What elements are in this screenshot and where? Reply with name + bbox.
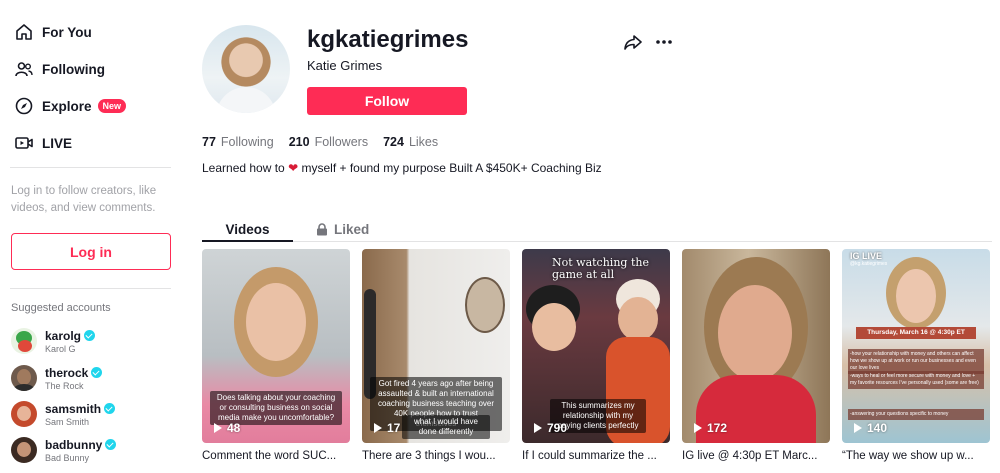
suggested-account[interactable]: karolg Karol G bbox=[11, 327, 96, 355]
login-hint: Log in to follow creators, like videos, … bbox=[11, 185, 157, 214]
avatar bbox=[11, 437, 37, 463]
nav-label: For You bbox=[42, 24, 92, 40]
play-icon bbox=[374, 423, 382, 433]
account-handle: therock bbox=[45, 365, 89, 380]
video-bullets: -ways to heal or feel more secure with m… bbox=[848, 371, 984, 389]
verified-icon bbox=[104, 403, 116, 414]
nav-live[interactable]: LIVE bbox=[14, 131, 72, 155]
video-card[interactable]: IG LIVE @kg.katiegrimes Thursday, March … bbox=[842, 249, 990, 462]
nav-label: Explore bbox=[42, 98, 92, 114]
sidebar: For You Following Explore New LIVE Log i… bbox=[0, 0, 182, 473]
lock-icon bbox=[317, 222, 327, 235]
profile-avatar bbox=[202, 25, 290, 113]
view-count: 790 bbox=[534, 421, 567, 435]
avatar bbox=[11, 365, 37, 391]
video-overlay-text: Thursday, March 16 @ 4:30p ET bbox=[856, 327, 976, 339]
live-icon bbox=[14, 133, 34, 153]
profile-tabs: Videos Liked bbox=[202, 216, 992, 242]
tab-videos[interactable]: Videos bbox=[202, 216, 293, 242]
video-card[interactable]: Got fired 4 years ago after being assaul… bbox=[362, 249, 510, 462]
play-icon bbox=[214, 423, 222, 433]
home-icon bbox=[14, 22, 34, 42]
view-count: 140 bbox=[854, 421, 887, 435]
share-icon[interactable] bbox=[623, 32, 643, 52]
profile-name: Katie Grimes bbox=[307, 58, 383, 73]
video-card[interactable]: Does talking about your coaching or cons… bbox=[202, 249, 350, 462]
video-card[interactable]: 172 IG live @ 4:30p ET Marc... bbox=[682, 249, 830, 462]
profile-stats: 77 Following 210 Followers 724 Likes bbox=[202, 135, 453, 149]
video-bullets: -answering your questions specific to mo… bbox=[848, 409, 984, 420]
compass-icon bbox=[14, 96, 34, 116]
video-overlay-text: what I would have done differently bbox=[402, 415, 490, 439]
stat-followers[interactable]: 210 Followers bbox=[289, 135, 368, 149]
divider bbox=[202, 241, 992, 242]
view-count: 48 bbox=[214, 421, 240, 435]
video-top-text: IG LIVE bbox=[850, 251, 883, 261]
video-top-text: Not watching the game at all bbox=[552, 256, 649, 281]
avatar bbox=[11, 328, 37, 354]
play-icon bbox=[694, 423, 702, 433]
nav-label: LIVE bbox=[42, 135, 73, 151]
stat-likes: 724 Likes bbox=[383, 135, 439, 149]
account-handle: samsmith bbox=[45, 401, 102, 416]
video-caption: There are 3 things I wou... bbox=[362, 450, 496, 462]
video-caption: IG live @ 4:30p ET Marc... bbox=[682, 450, 818, 462]
play-icon bbox=[854, 423, 862, 433]
divider bbox=[10, 167, 171, 168]
account-name: Sam Smith bbox=[45, 416, 90, 427]
video-caption: “The way we show up w... bbox=[842, 450, 974, 462]
profile-username: kgkatiegrimes bbox=[307, 26, 469, 53]
new-badge: New bbox=[97, 99, 127, 113]
divider bbox=[10, 288, 171, 289]
follow-button[interactable]: Follow bbox=[307, 87, 467, 115]
video-overlay-text: Does talking about your coaching or cons… bbox=[210, 391, 342, 425]
video-caption: If I could summarize the ... bbox=[522, 450, 657, 462]
verified-icon bbox=[91, 367, 103, 378]
video-thumbnail[interactable]: IG LIVE @kg.katiegrimes Thursday, March … bbox=[842, 249, 990, 443]
stat-following[interactable]: 77 Following bbox=[202, 135, 274, 149]
nav-following[interactable]: Following bbox=[14, 57, 105, 81]
nav-for-you[interactable]: For You bbox=[14, 20, 92, 44]
account-handle: badbunny bbox=[45, 437, 103, 452]
verified-icon bbox=[84, 330, 96, 341]
video-thumbnail[interactable]: Does talking about your coaching or cons… bbox=[202, 249, 350, 443]
video-thumbnail[interactable]: 172 bbox=[682, 249, 830, 443]
suggested-account[interactable]: therock The Rock bbox=[11, 364, 103, 392]
video-caption: Comment the word SUC... bbox=[202, 450, 337, 462]
video-card[interactable]: Not watching the game at all This summar… bbox=[522, 249, 670, 462]
suggested-account[interactable]: badbunny Bad Bunny bbox=[11, 436, 117, 464]
view-count: 172 bbox=[694, 421, 727, 435]
active-tab-indicator bbox=[202, 240, 293, 242]
video-handle-text: @kg.katiegrimes bbox=[850, 261, 888, 267]
login-button[interactable]: Log in bbox=[11, 233, 171, 270]
nav-explore[interactable]: Explore New bbox=[14, 94, 127, 118]
tab-liked[interactable]: Liked bbox=[316, 216, 369, 242]
account-name: Bad Bunny bbox=[45, 452, 90, 463]
account-handle: karolg bbox=[45, 328, 82, 343]
video-thumbnail[interactable]: Got fired 4 years ago after being assaul… bbox=[362, 249, 510, 443]
account-name: Karol G bbox=[45, 343, 76, 354]
avatar bbox=[11, 401, 37, 427]
profile-bio: Learned how to ❤ myself + found my purpo… bbox=[202, 161, 602, 175]
video-thumbnail[interactable]: Not watching the game at all This summar… bbox=[522, 249, 670, 443]
people-icon bbox=[14, 59, 34, 79]
heart-emoji-icon: ❤ bbox=[288, 161, 299, 175]
suggested-account[interactable]: samsmith Sam Smith bbox=[11, 400, 116, 428]
nav-label: Following bbox=[42, 61, 105, 77]
verified-icon bbox=[105, 439, 117, 450]
account-name: The Rock bbox=[45, 380, 84, 391]
play-icon bbox=[534, 423, 542, 433]
suggested-accounts-title: Suggested accounts bbox=[11, 302, 111, 314]
view-count: 17 bbox=[374, 421, 400, 435]
more-options-icon[interactable] bbox=[654, 32, 674, 52]
